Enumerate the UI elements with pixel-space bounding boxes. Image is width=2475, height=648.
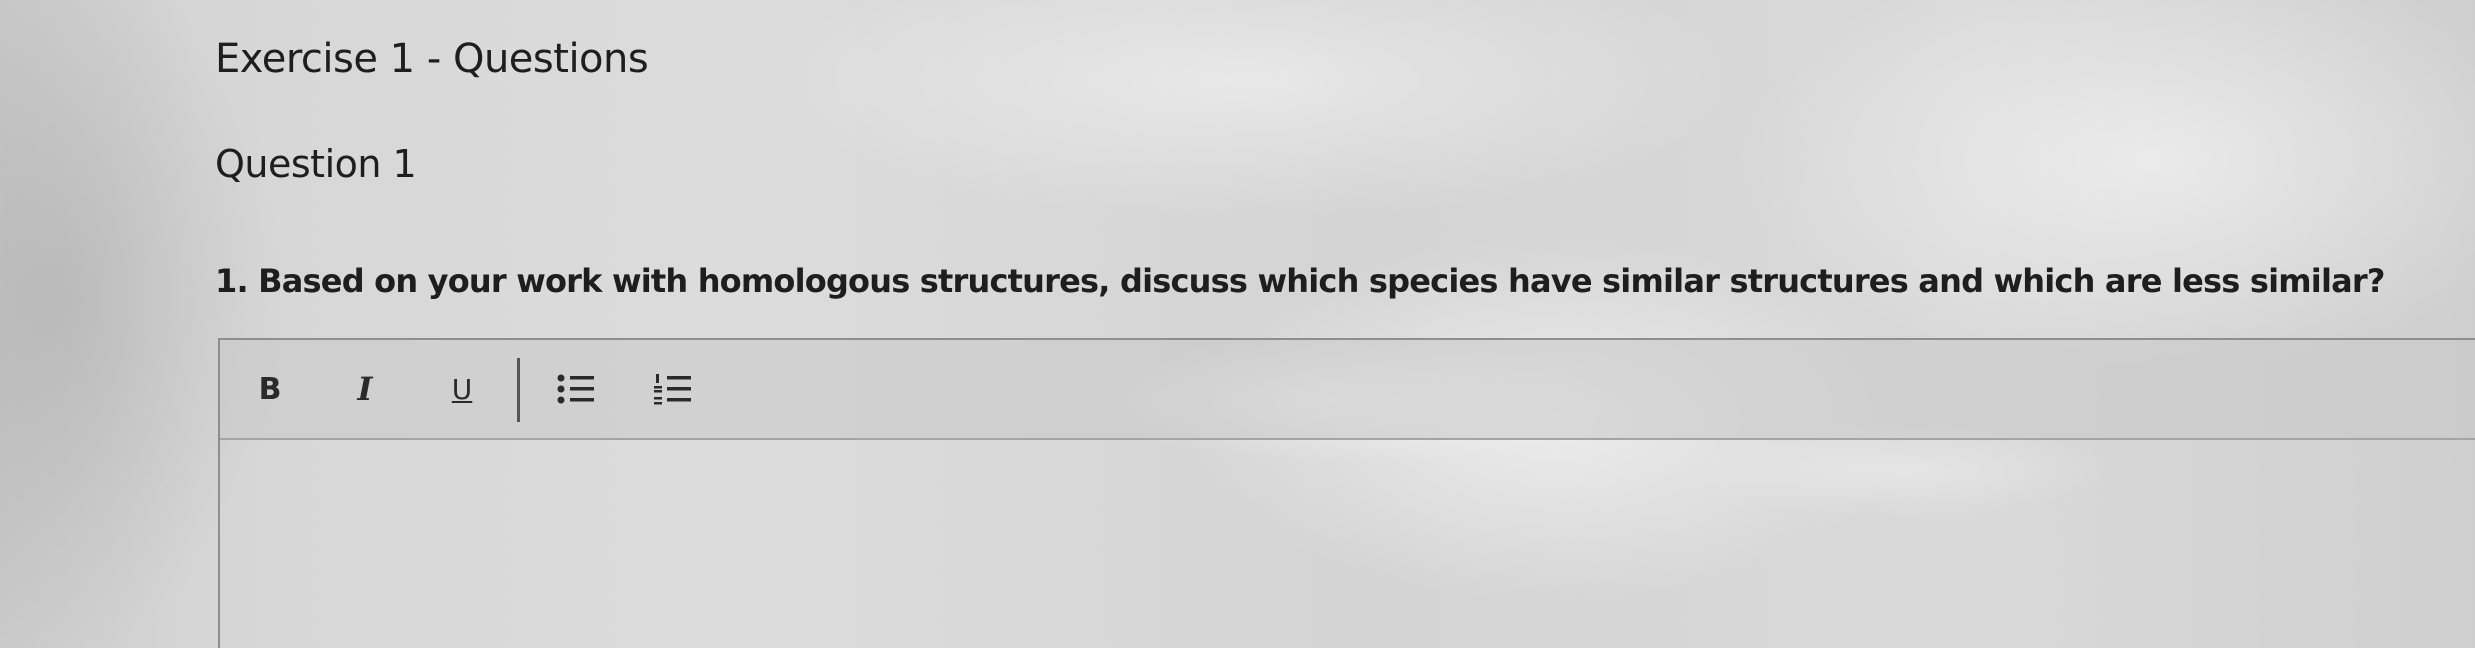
bold-button[interactable]: B <box>250 364 290 414</box>
bulleted-list-icon <box>557 374 594 404</box>
rich-text-editor: B I U <box>218 338 2475 648</box>
italic-button[interactable]: I <box>345 364 385 414</box>
numbered-list-button[interactable] <box>650 364 696 414</box>
underline-button[interactable]: U <box>442 364 482 414</box>
answer-text-area[interactable] <box>220 440 2475 648</box>
numbered-list-icon <box>654 374 691 405</box>
page-title: Exercise 1 - Questions <box>215 36 649 82</box>
question-heading: Question 1 <box>215 142 417 186</box>
editor-toolbar: B I U <box>220 340 2475 440</box>
bulleted-list-button[interactable] <box>553 364 599 414</box>
question-text: 1. Based on your work with homologous st… <box>215 262 2385 300</box>
toolbar-divider <box>517 358 520 422</box>
